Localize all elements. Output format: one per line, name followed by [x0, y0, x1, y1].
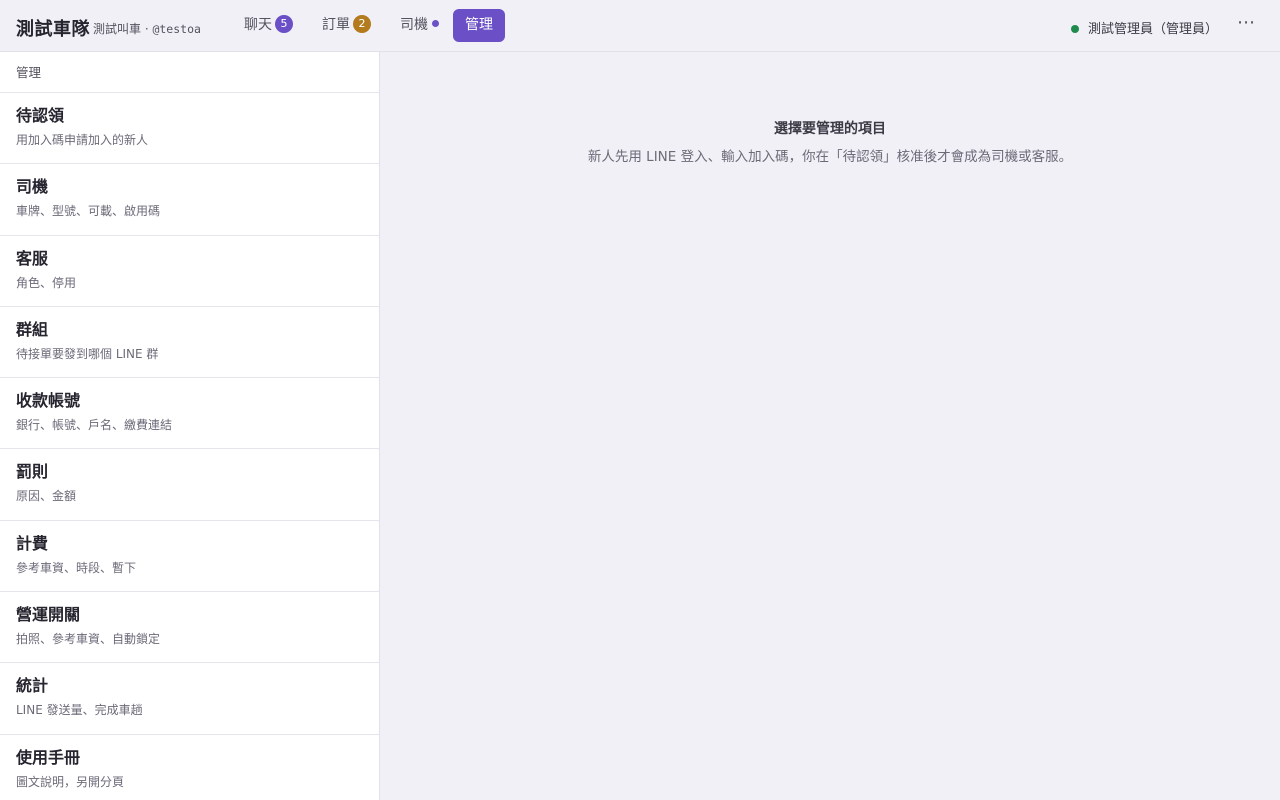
- sidebar-item-desc: 待接單要發到哪個 LINE 群: [16, 346, 159, 361]
- sidebar-item-pending[interactable]: 待認領 用加入碼申請加入的新人: [0, 93, 379, 165]
- app-title: 測試車隊: [16, 19, 90, 40]
- app-subtitle-name: 測試叫車 ·: [93, 22, 153, 36]
- tab-orders[interactable]: 訂單 2: [322, 9, 371, 42]
- sidebar-item-title: 使用手冊: [16, 747, 81, 767]
- sidebar-item-title: 統計: [16, 676, 49, 696]
- main-panel: 選擇要管理的項目 新人先用 LINE 登入、輸入加入碼，你在「待認領」核准後才會…: [380, 52, 1280, 800]
- tab-admin-label: 管理: [465, 17, 493, 33]
- sidebar-item-desc: LINE 發送量、完成車趟: [16, 703, 143, 718]
- sidebar-item-drivers[interactable]: 司機 車牌、型號、可載、啟用碼: [0, 164, 379, 236]
- sidebar-item-title: 群組: [16, 319, 49, 339]
- sidebar-item-title: 罰則: [16, 462, 49, 482]
- app-subtitle: 測試叫車 · @testoa: [93, 20, 201, 37]
- current-user[interactable]: 測試管理員（管理員）: [1070, 18, 1218, 37]
- tab-drivers-label: 司機: [400, 17, 428, 33]
- sidebar-item-pricing[interactable]: 計費 參考車資、時段、暫下: [0, 521, 379, 593]
- sidebar-item-title: 計費: [16, 533, 49, 553]
- tab-chat[interactable]: 聊天 5: [244, 9, 293, 42]
- sidebar-item-desc: 用加入碼申請加入的新人: [16, 133, 149, 147]
- admin-sidebar: 管理 待認領 用加入碼申請加入的新人 司機 車牌、型號、可載、啟用碼 客服 角色…: [0, 52, 380, 800]
- sidebar-item-payment-accounts[interactable]: 收款帳號 銀行、帳號、戶名、繳費連結: [0, 378, 379, 450]
- sidebar-item-desc: 原因、金額: [16, 489, 77, 504]
- tab-chat-label: 聊天: [244, 17, 272, 33]
- sidebar-item-statistics[interactable]: 統計 LINE 發送量、完成車趟: [0, 663, 379, 735]
- dot-indicator-icon: [432, 19, 439, 27]
- tab-admin[interactable]: 管理: [453, 9, 505, 42]
- sidebar-item-desc: 角色、停用: [16, 275, 77, 290]
- sidebar-item-title: 待認領: [16, 106, 65, 125]
- sidebar-item-support[interactable]: 客服 角色、停用: [0, 236, 379, 307]
- tab-drivers[interactable]: 司機: [400, 9, 439, 42]
- current-user-label: 測試管理員（管理員）: [1087, 22, 1218, 37]
- sidebar-item-desc: 參考車資、時段、暫下: [16, 560, 137, 575]
- sidebar-item-groups[interactable]: 群組 待接單要發到哪個 LINE 群: [0, 307, 379, 379]
- sidebar-item-title: 收款帳號: [16, 391, 81, 411]
- online-dot-icon: [1070, 24, 1079, 33]
- sidebar-item-title: 司機: [16, 177, 49, 197]
- top-bar: 測試車隊 測試叫車 · @testoa 聊天 5 訂單 2 司機 管理 測試管理員（…: [0, 0, 1280, 52]
- sidebar-item-desc: 拍照、參考車資、自動鎖定: [16, 632, 161, 647]
- sidebar-item-desc: 銀行、帳號、戶名、繳費連結: [16, 418, 173, 433]
- sidebar-item-desc: 車牌、型號、可載、啟用碼: [16, 204, 161, 219]
- empty-state-description: 新人先用 LINE 登入、輸入加入碼，你在「待認領」核准後才會成為司機或客服。: [587, 149, 1073, 165]
- sidebar-item-title: 營運開關: [16, 605, 81, 625]
- account-handle: @testoa: [152, 22, 201, 36]
- sidebar-title: 管理: [0, 52, 379, 93]
- tab-orders-label: 訂單: [322, 17, 350, 33]
- sidebar-item-desc: 圖文說明，另開分頁: [16, 774, 125, 789]
- more-options-icon[interactable]: ⋯: [1237, 12, 1256, 33]
- chat-unread-badge: 5: [275, 15, 293, 33]
- sidebar-item-manual[interactable]: 使用手冊 圖文說明，另開分頁: [0, 735, 379, 800]
- sidebar-item-penalties[interactable]: 罰則 原因、金額: [0, 449, 379, 521]
- sidebar-item-operations[interactable]: 營運開關 拍照、參考車資、自動鎖定: [0, 592, 379, 664]
- empty-state-title: 選擇要管理的項目: [774, 121, 886, 137]
- sidebar-item-title: 客服: [16, 248, 49, 268]
- orders-count-badge: 2: [353, 15, 371, 33]
